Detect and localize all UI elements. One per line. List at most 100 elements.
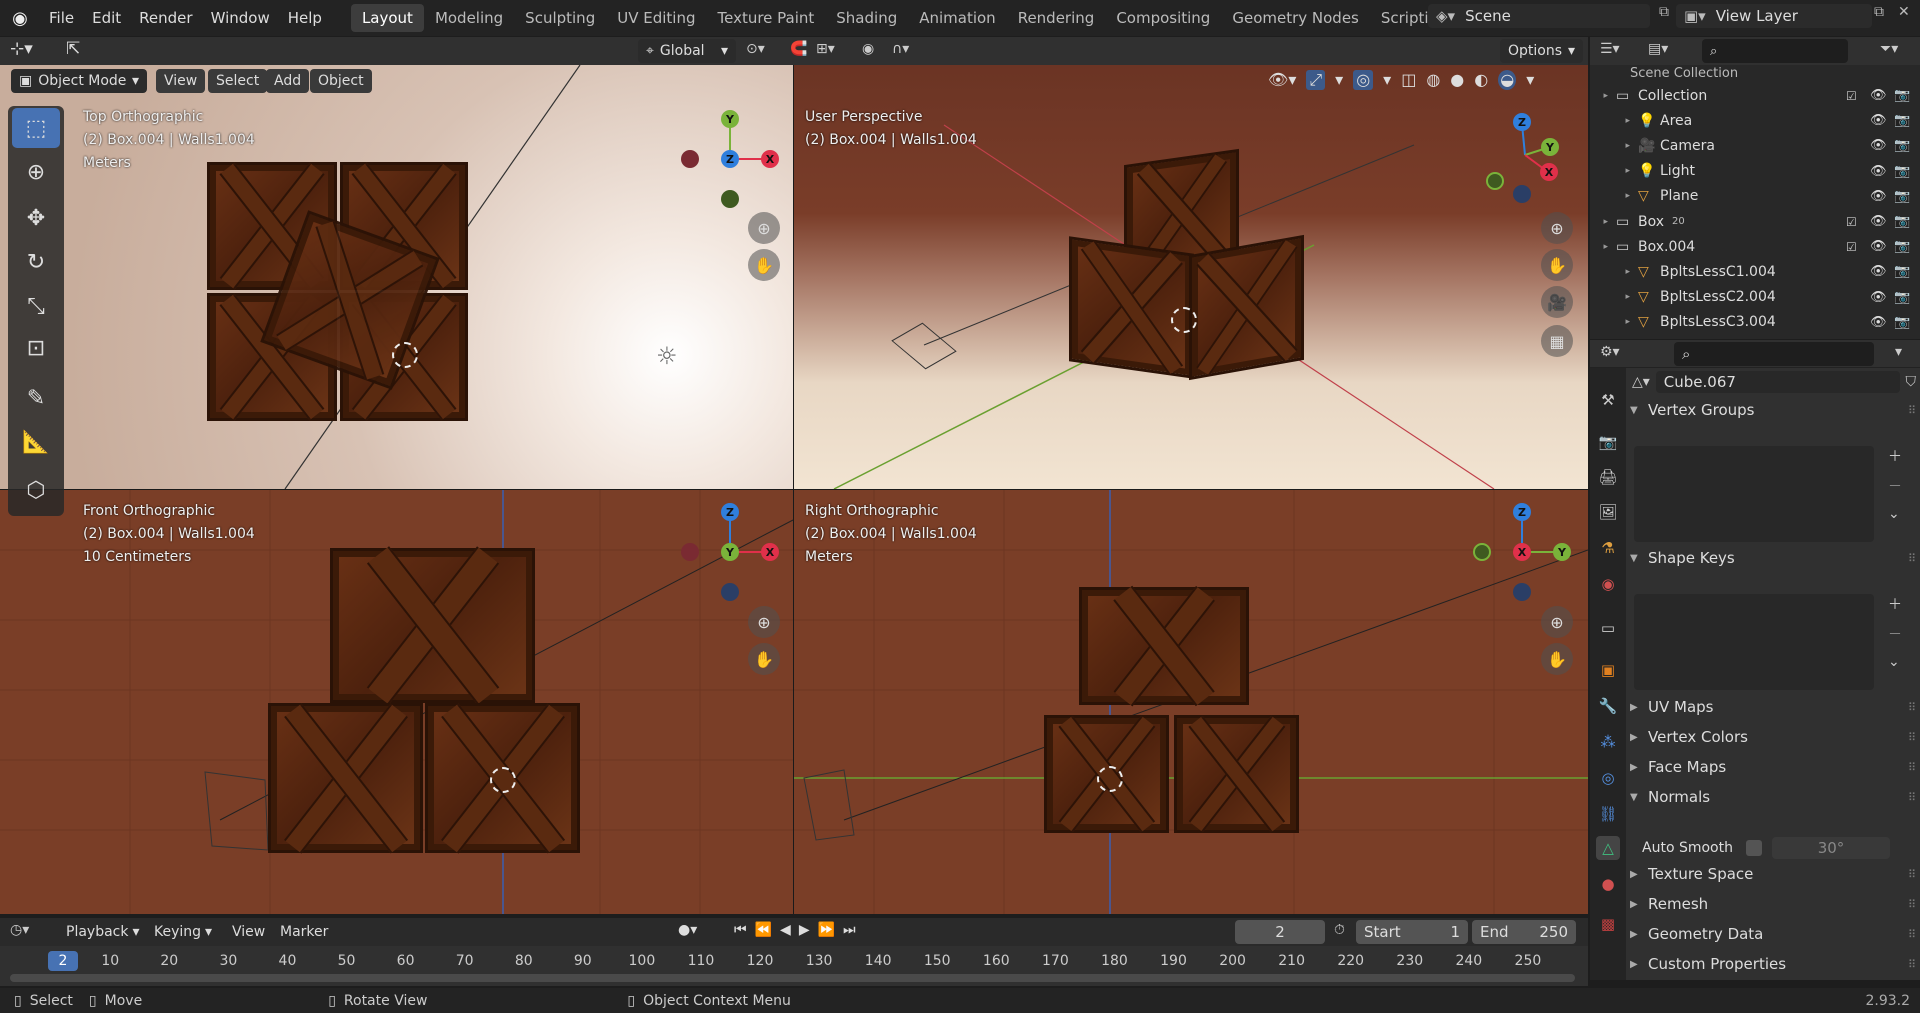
pan-hand-icon[interactable]: ✋ <box>748 643 780 675</box>
disclosure-triangle-icon[interactable]: ▸ <box>1590 91 1616 101</box>
outliner-row[interactable]: ▸ ▽ Plane 👁 📷 <box>1590 184 1920 209</box>
gizmo-z-axis[interactable]: Z <box>1513 113 1531 131</box>
gizmo-x-axis[interactable]: X <box>1540 163 1558 181</box>
scale-icon[interactable]: ⤡ <box>12 286 60 326</box>
timeline-scrollbar[interactable] <box>10 974 1575 982</box>
disclosure-triangle-icon[interactable]: ▸ <box>1590 317 1638 327</box>
texture-tab-icon[interactable]: ▩ <box>1596 912 1620 936</box>
shading-dropdown-icon[interactable]: ▾ <box>1526 70 1534 90</box>
prev-keyframe-icon[interactable]: ⏪ <box>755 922 772 938</box>
menu-help[interactable]: Help <box>279 9 331 27</box>
disclosure-triangle-icon[interactable]: ▸ <box>1590 166 1638 176</box>
tab-rendering[interactable]: Rendering <box>1007 4 1106 32</box>
outliner-row[interactable]: ▸ 🎥 Camera 👁 📷 <box>1590 133 1920 158</box>
eye-icon[interactable]: 👁 <box>1870 113 1887 128</box>
constraints-tab-icon[interactable]: ⛓ <box>1596 802 1620 826</box>
drag-handle-icon[interactable]: ⠿ <box>1908 701 1916 714</box>
world-tab-icon[interactable]: ◉ <box>1596 572 1620 596</box>
tab-animation[interactable]: Animation <box>908 4 1006 32</box>
rotate-icon[interactable]: ↻ <box>12 242 60 282</box>
eye-icon[interactable]: 👁 <box>1870 290 1887 305</box>
eye-icon[interactable]: 👁 <box>1870 264 1887 279</box>
disclosure-triangle-icon[interactable]: ▸ <box>1590 292 1638 302</box>
play-icon[interactable]: ▶ <box>799 922 810 938</box>
outliner-row[interactable]: ▸ 💡 Area 👁 📷 <box>1590 108 1920 133</box>
overlay-dropdown-icon[interactable]: ▾ <box>1383 70 1391 90</box>
outliner-row[interactable]: ▸ ▭ Box 20 ☑ 👁 📷 <box>1590 209 1920 234</box>
annotate-icon[interactable]: ✎ <box>12 378 60 418</box>
menu-file[interactable]: File <box>40 9 83 27</box>
tool-tab-icon[interactable]: ⚒ <box>1596 388 1620 412</box>
add-shape-key-button[interactable]: ＋ <box>1888 594 1912 614</box>
crate[interactable] <box>1189 234 1304 381</box>
render-camera-icon[interactable]: 📷 <box>1894 138 1910 153</box>
ortho-toggle-icon[interactable]: ▦ <box>1541 325 1573 357</box>
crate[interactable] <box>268 703 423 853</box>
pan-hand-icon[interactable]: ✋ <box>748 249 780 281</box>
drag-handle-icon[interactable]: ⠿ <box>1908 404 1916 417</box>
select-menu[interactable]: Select <box>208 69 268 93</box>
gizmo-neg-y[interactable] <box>721 190 739 208</box>
pivot-point-icon[interactable]: ⊙▾ <box>746 41 765 57</box>
render-camera-icon[interactable]: 📷 <box>1894 239 1910 254</box>
zoom-icon[interactable]: ⊕ <box>1541 212 1573 244</box>
auto-smooth-angle-field[interactable]: 30° <box>1772 837 1890 859</box>
transform-icon[interactable]: ⇱ <box>66 39 80 59</box>
add-cube-icon[interactable]: ⬡ <box>12 470 60 510</box>
eye-icon[interactable]: 👁 <box>1870 189 1887 204</box>
tab-layout[interactable]: Layout <box>350 4 424 32</box>
solid-shading-icon[interactable]: ● <box>1450 70 1464 90</box>
mesh-name-field[interactable]: Cube.067 <box>1655 371 1900 393</box>
shape-key-specials-icon[interactable]: ⌄ <box>1888 654 1912 670</box>
crate[interactable] <box>1079 587 1249 705</box>
navigation-gizmo-top[interactable]: Y X Z <box>680 110 780 210</box>
render-camera-icon[interactable]: 📷 <box>1894 164 1910 179</box>
vertex-group-specials-icon[interactable]: ⌄ <box>1888 506 1912 522</box>
gizmo-neg-x[interactable] <box>681 150 699 168</box>
remove-shape-key-button[interactable]: － <box>1888 624 1912 644</box>
drag-handle-icon[interactable]: ⠿ <box>1908 898 1916 911</box>
eye-icon[interactable]: 👁 <box>1870 164 1887 179</box>
falloff-icon[interactable]: ∩▾ <box>892 41 909 57</box>
editor-type-icon[interactable]: ⊹▾ <box>10 39 33 59</box>
panel-uv-maps[interactable]: ▶ UV Maps ⠿ <box>1630 695 1916 719</box>
remove-vertex-group-button[interactable]: － <box>1888 476 1912 496</box>
start-frame-field[interactable]: Start 1 <box>1356 920 1468 944</box>
record-icon[interactable]: ●▾ <box>678 922 697 938</box>
outliner-row[interactable]: ▸ 💡 Light 👁 📷 <box>1590 159 1920 184</box>
playhead[interactable]: 2 <box>48 951 78 971</box>
outliner-row[interactable]: ▸ ▽ BpltsLessC1.004 👁 📷 <box>1590 259 1920 284</box>
render-camera-icon[interactable]: 📷 <box>1894 113 1910 128</box>
new-scene-icon[interactable]: ⧉ <box>1652 4 1676 28</box>
mesh-data-tab-icon[interactable]: △ <box>1596 836 1620 860</box>
render-camera-icon[interactable]: 📷 <box>1894 290 1910 305</box>
properties-options-icon[interactable]: ▾ <box>1895 344 1902 360</box>
menu-edit[interactable]: Edit <box>83 9 130 27</box>
properties-search-input[interactable]: ⌕ <box>1674 342 1874 366</box>
disclosure-triangle-icon[interactable]: ▸ <box>1590 191 1638 201</box>
gizmo-neg-z[interactable] <box>1513 583 1531 601</box>
panel-geometry-data[interactable]: ▶ Geometry Data ⠿ <box>1630 922 1916 946</box>
mesh-data-icon[interactable]: △▾ <box>1632 374 1650 390</box>
jump-start-icon[interactable]: ⏮ <box>734 922 747 938</box>
gizmo-y-axis[interactable]: Y <box>721 543 739 561</box>
gizmo-neg-z[interactable] <box>1513 185 1531 203</box>
outliner-row[interactable]: ▸ ▭ Box.004 ☑ 👁 📷 <box>1590 234 1920 259</box>
measure-icon[interactable]: 📐 <box>12 422 60 462</box>
timeline-view-menu[interactable]: View <box>224 920 273 944</box>
collection-tab-icon[interactable]: ▭ <box>1596 616 1620 640</box>
next-keyframe-icon[interactable]: ⏩ <box>818 922 835 938</box>
gizmo-neg-z[interactable] <box>721 583 739 601</box>
scene-tab-icon[interactable]: ⚗ <box>1596 536 1620 560</box>
render-camera-icon[interactable]: 📷 <box>1894 88 1910 103</box>
outliner-search-input[interactable]: ⌕ <box>1702 39 1848 63</box>
gizmo-x-axis[interactable]: X <box>761 543 779 561</box>
outliner-editor-icon[interactable]: ☰▾ <box>1600 41 1620 57</box>
panel-remesh[interactable]: ▶ Remesh ⠿ <box>1630 892 1916 916</box>
select-box-icon[interactable]: ⬚ <box>12 108 60 148</box>
playback-menu[interactable]: Playback ▾ <box>58 920 148 944</box>
gizmo-z-axis[interactable]: Z <box>1513 503 1531 521</box>
modifier-tab-icon[interactable]: 🔧 <box>1596 694 1620 718</box>
transform-orientation-dropdown[interactable]: ⌖ Global ▾ <box>638 39 736 63</box>
end-frame-field[interactable]: End 250 <box>1472 920 1576 944</box>
